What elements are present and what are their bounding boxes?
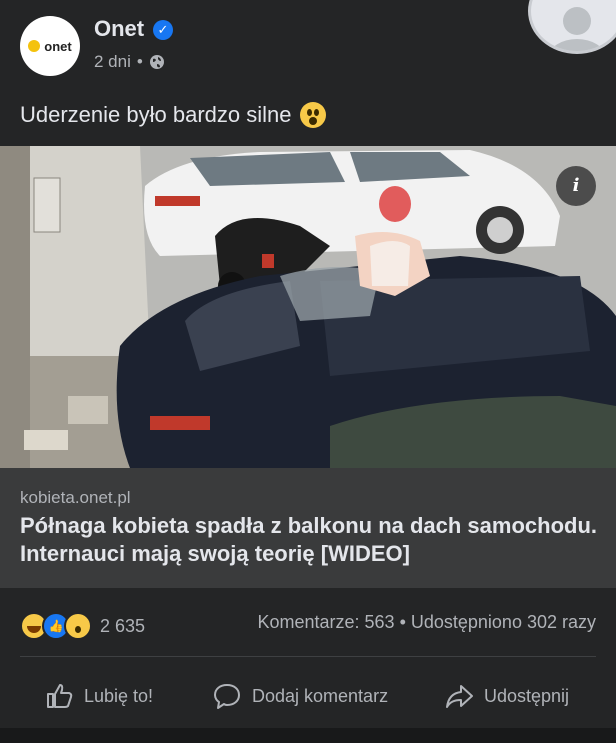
link-preview[interactable]: kobieta.onet.pl Półnaga kobieta spadła z… [0,468,616,588]
info-icon[interactable]: i [556,166,596,206]
meta-separator: • [136,52,143,71]
post-header: onet Onet ✓ 2 dni • [0,0,616,90]
like-label: Lubię to! [84,685,154,706]
comment-label: Dodaj komentarz [252,685,389,706]
bottom-bar [0,728,616,743]
wow-emoji-icon [299,102,326,128]
post-actions: Lubię to! Dodaj komentarz Udostępnij [0,666,616,726]
page-name[interactable]: Onet [94,16,144,42]
post-caption: Uderzenie było bardzo silne [20,102,326,128]
video-frame [0,146,616,468]
share-label: Udostępnij [484,685,570,706]
comments-shares-count[interactable]: Komentarze: 563 • Udostępniono 302 razy [257,612,596,633]
caption-text: Uderzenie było bardzo silne [20,102,292,127]
logo-dot [28,40,41,52]
divider [20,656,596,657]
comment-icon [214,684,240,709]
post-meta: 2 dni • [94,52,165,72]
wow-reaction-icon [64,612,92,640]
globe-icon [149,55,164,69]
reactions-summary[interactable]: 👍 2 635 [20,612,145,640]
share-button[interactable]: Udostępnij [444,674,569,718]
post-video[interactable]: i [0,146,616,468]
link-domain: kobieta.onet.pl [20,488,131,507]
thumb-up-icon [47,684,73,708]
like-button[interactable]: Lubię to! [44,674,153,718]
page-avatar[interactable]: onet [20,16,80,76]
verified-icon: ✓ [153,20,173,40]
comment-button[interactable]: Dodaj komentarz [212,674,388,718]
share-icon [446,685,473,708]
link-title[interactable]: Półnaga kobieta spadła z balkonu na dach… [20,512,600,568]
post-time[interactable]: 2 dni [94,52,131,72]
reaction-count: 2 635 [100,615,146,636]
user-avatar[interactable] [528,0,616,54]
logo-text: onet [44,38,72,54]
post-stats: 👍 2 635 Komentarze: 563 • Udostępniono 3… [0,600,616,650]
